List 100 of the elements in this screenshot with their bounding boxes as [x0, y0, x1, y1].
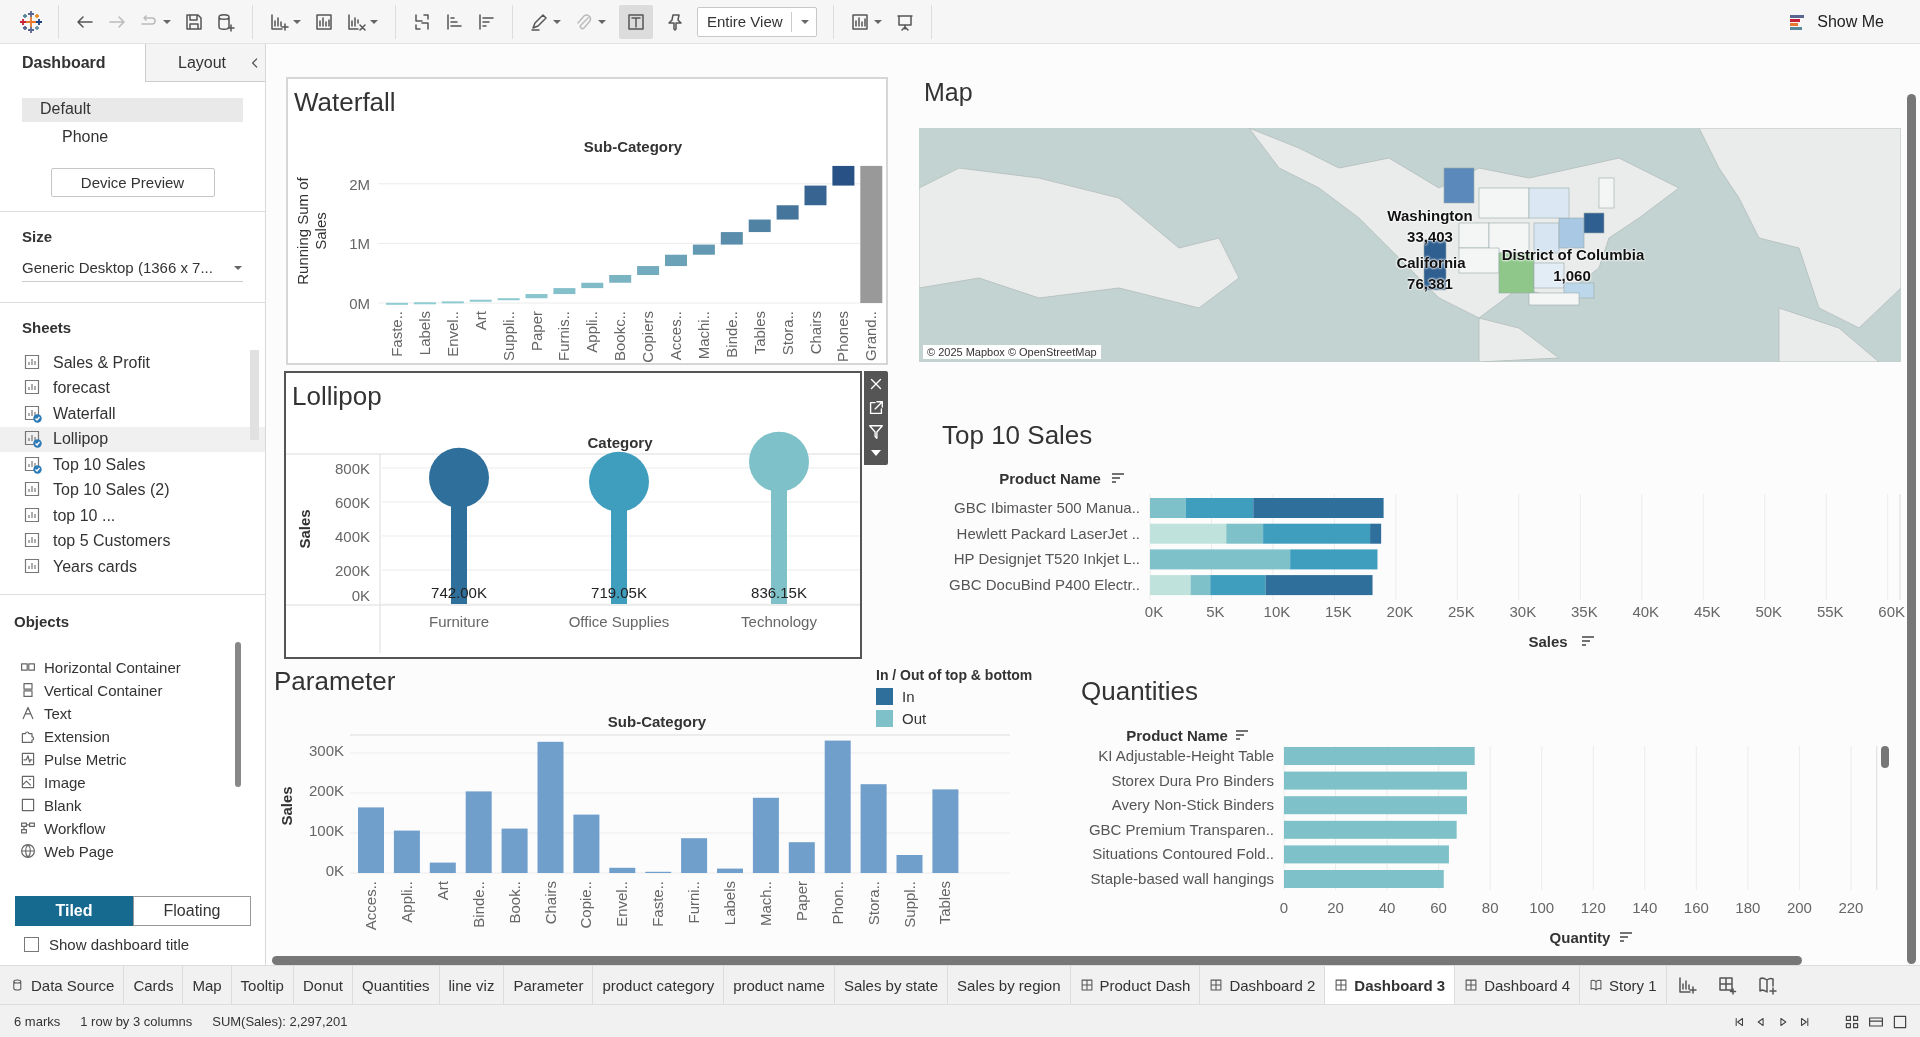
sort-icon[interactable]	[1619, 932, 1633, 942]
chart-title: Waterfall	[293, 86, 397, 119]
pop-out-icon[interactable]	[867, 399, 885, 417]
status-text: 6 marks	[14, 1014, 61, 1029]
sheet-item[interactable]: Sales & Profit	[0, 350, 265, 376]
category-label: Copiers	[639, 311, 657, 363]
legend-label: Out	[902, 710, 927, 727]
picture-icon	[20, 774, 36, 790]
book-plus-icon[interactable]	[1756, 975, 1777, 995]
chart-title: Top 10 Sales	[942, 420, 1094, 452]
sheet-item[interactable]: Years cards	[0, 554, 265, 580]
chart-title: Map	[923, 77, 974, 108]
category-label: Grand..	[862, 311, 880, 362]
category-label: Stora..	[778, 311, 796, 356]
fit-dropdown[interactable]: Entire View	[697, 6, 817, 37]
scrollbar[interactable]	[235, 641, 241, 787]
tick-label: 0K	[325, 862, 344, 879]
text-toggle-button[interactable]	[619, 4, 653, 39]
grid-icon	[1464, 978, 1479, 992]
sort-icon[interactable]	[1235, 730, 1249, 740]
category-label: Paper	[792, 881, 810, 922]
grid-icon	[1209, 978, 1224, 992]
waterfall-bar	[665, 254, 687, 267]
waterfall-bar	[776, 205, 799, 220]
layout-mode-button[interactable]: Floating	[133, 896, 251, 926]
axis-title: Product Name	[1126, 727, 1228, 744]
tick-label: 5K	[1206, 603, 1225, 620]
show-me-button[interactable]: Show Me	[1788, 12, 1884, 31]
object-item[interactable]: Blank	[14, 793, 251, 817]
waterfall-bar	[469, 299, 492, 302]
object-item[interactable]: Workflow	[14, 816, 251, 840]
category-label: Appli..	[583, 311, 601, 353]
tick-label: 140	[1632, 899, 1658, 916]
sort-icon[interactable]	[1111, 473, 1125, 483]
row-label: Avery Non-Stick Binders	[1111, 796, 1274, 814]
bar	[393, 830, 420, 873]
highlighter-icon[interactable]	[529, 11, 549, 32]
device-preview-button[interactable]: Device Preview	[50, 168, 215, 197]
logo-icon[interactable]	[20, 10, 42, 33]
tick-label: 200K	[308, 782, 344, 799]
object-item[interactable]: Vertical Container	[14, 678, 251, 702]
waterfall-bar	[832, 165, 855, 186]
tick-label: 20K	[1386, 603, 1414, 620]
scrollbar[interactable]	[1881, 746, 1889, 768]
grid-view-icon[interactable]	[1844, 1013, 1860, 1030]
map-label: District of Columbia	[1501, 245, 1645, 263]
bar	[896, 855, 923, 873]
tick-label: 0	[1279, 899, 1289, 916]
swap-icon[interactable]	[412, 11, 432, 32]
globe-icon	[20, 843, 36, 859]
puzzle-piece-icon	[20, 728, 36, 744]
object-item[interactable]: Pulse Metric	[14, 747, 251, 771]
tick-label: 55K	[1816, 603, 1844, 620]
pin-icon[interactable]	[665, 11, 685, 32]
sheet-item[interactable]: top 5 Customers	[0, 528, 265, 554]
sheet-item[interactable]: Top 10 Sales	[0, 452, 265, 478]
layout-mode-button[interactable]: Tiled	[15, 896, 133, 926]
chart-copy-icon[interactable]	[314, 11, 334, 32]
category-label: Phones	[834, 311, 852, 362]
scrollbar[interactable]	[272, 956, 1802, 965]
paperclip-icon[interactable]	[574, 11, 594, 32]
sheet-tab[interactable]: Dashboard 3	[1325, 966, 1456, 1004]
object-item[interactable]: Horizontal Container	[14, 655, 251, 679]
scrollbar[interactable]	[250, 350, 259, 440]
grid-plus-icon[interactable]	[1716, 975, 1737, 995]
size-dropdown[interactable]: Generic Desktop (1366 x 7...	[22, 259, 243, 282]
sheet-item[interactable]: top 10 ...	[0, 503, 265, 529]
single-view-icon[interactable]	[1892, 1013, 1908, 1030]
tick-label: 60	[1430, 899, 1447, 916]
sheet-item[interactable]: Waterfall	[0, 401, 265, 427]
blank-square-icon	[20, 797, 36, 813]
chart-x-icon[interactable]	[346, 11, 366, 32]
chart-plus-icon[interactable]	[1676, 975, 1697, 995]
object-item[interactable]: Text	[14, 701, 251, 725]
checkbox[interactable]	[24, 937, 39, 952]
text-box-icon	[626, 11, 646, 32]
tick-label: 80	[1481, 899, 1499, 916]
filter-icon[interactable]	[867, 423, 885, 441]
sheet-item[interactable]: forecast	[0, 375, 265, 401]
scrollbar[interactable]	[1907, 94, 1916, 964]
sheet-item[interactable]: Lollipop	[0, 426, 265, 452]
sheet-item[interactable]: Top 10 Sales (2)	[0, 477, 265, 503]
row-label: GBC DocuBind P400 Electr..	[949, 576, 1140, 594]
device-option[interactable]: Default	[22, 98, 243, 122]
sort-icon[interactable]	[1581, 636, 1595, 646]
object-item[interactable]: Web Page	[14, 839, 251, 863]
chart-plus-icon[interactable]	[269, 11, 289, 32]
axis-title: Sales	[296, 509, 313, 549]
save-icon[interactable]	[184, 11, 204, 32]
category-label: Copie..	[577, 881, 595, 929]
sort-ascending-icon[interactable]	[444, 11, 464, 32]
object-item[interactable]: Extension	[14, 724, 251, 748]
bar-chart-icon[interactable]	[849, 11, 870, 32]
sort-descending-icon[interactable]	[476, 11, 496, 32]
panel-tab[interactable]: Dashboard	[0, 44, 145, 82]
category-label: Tables	[936, 881, 954, 925]
object-item[interactable]: Image	[14, 770, 251, 794]
database-plus-icon[interactable]	[216, 11, 236, 32]
panel-tab[interactable]: Layout	[145, 44, 245, 82]
device-option[interactable]: Phone	[22, 126, 243, 150]
